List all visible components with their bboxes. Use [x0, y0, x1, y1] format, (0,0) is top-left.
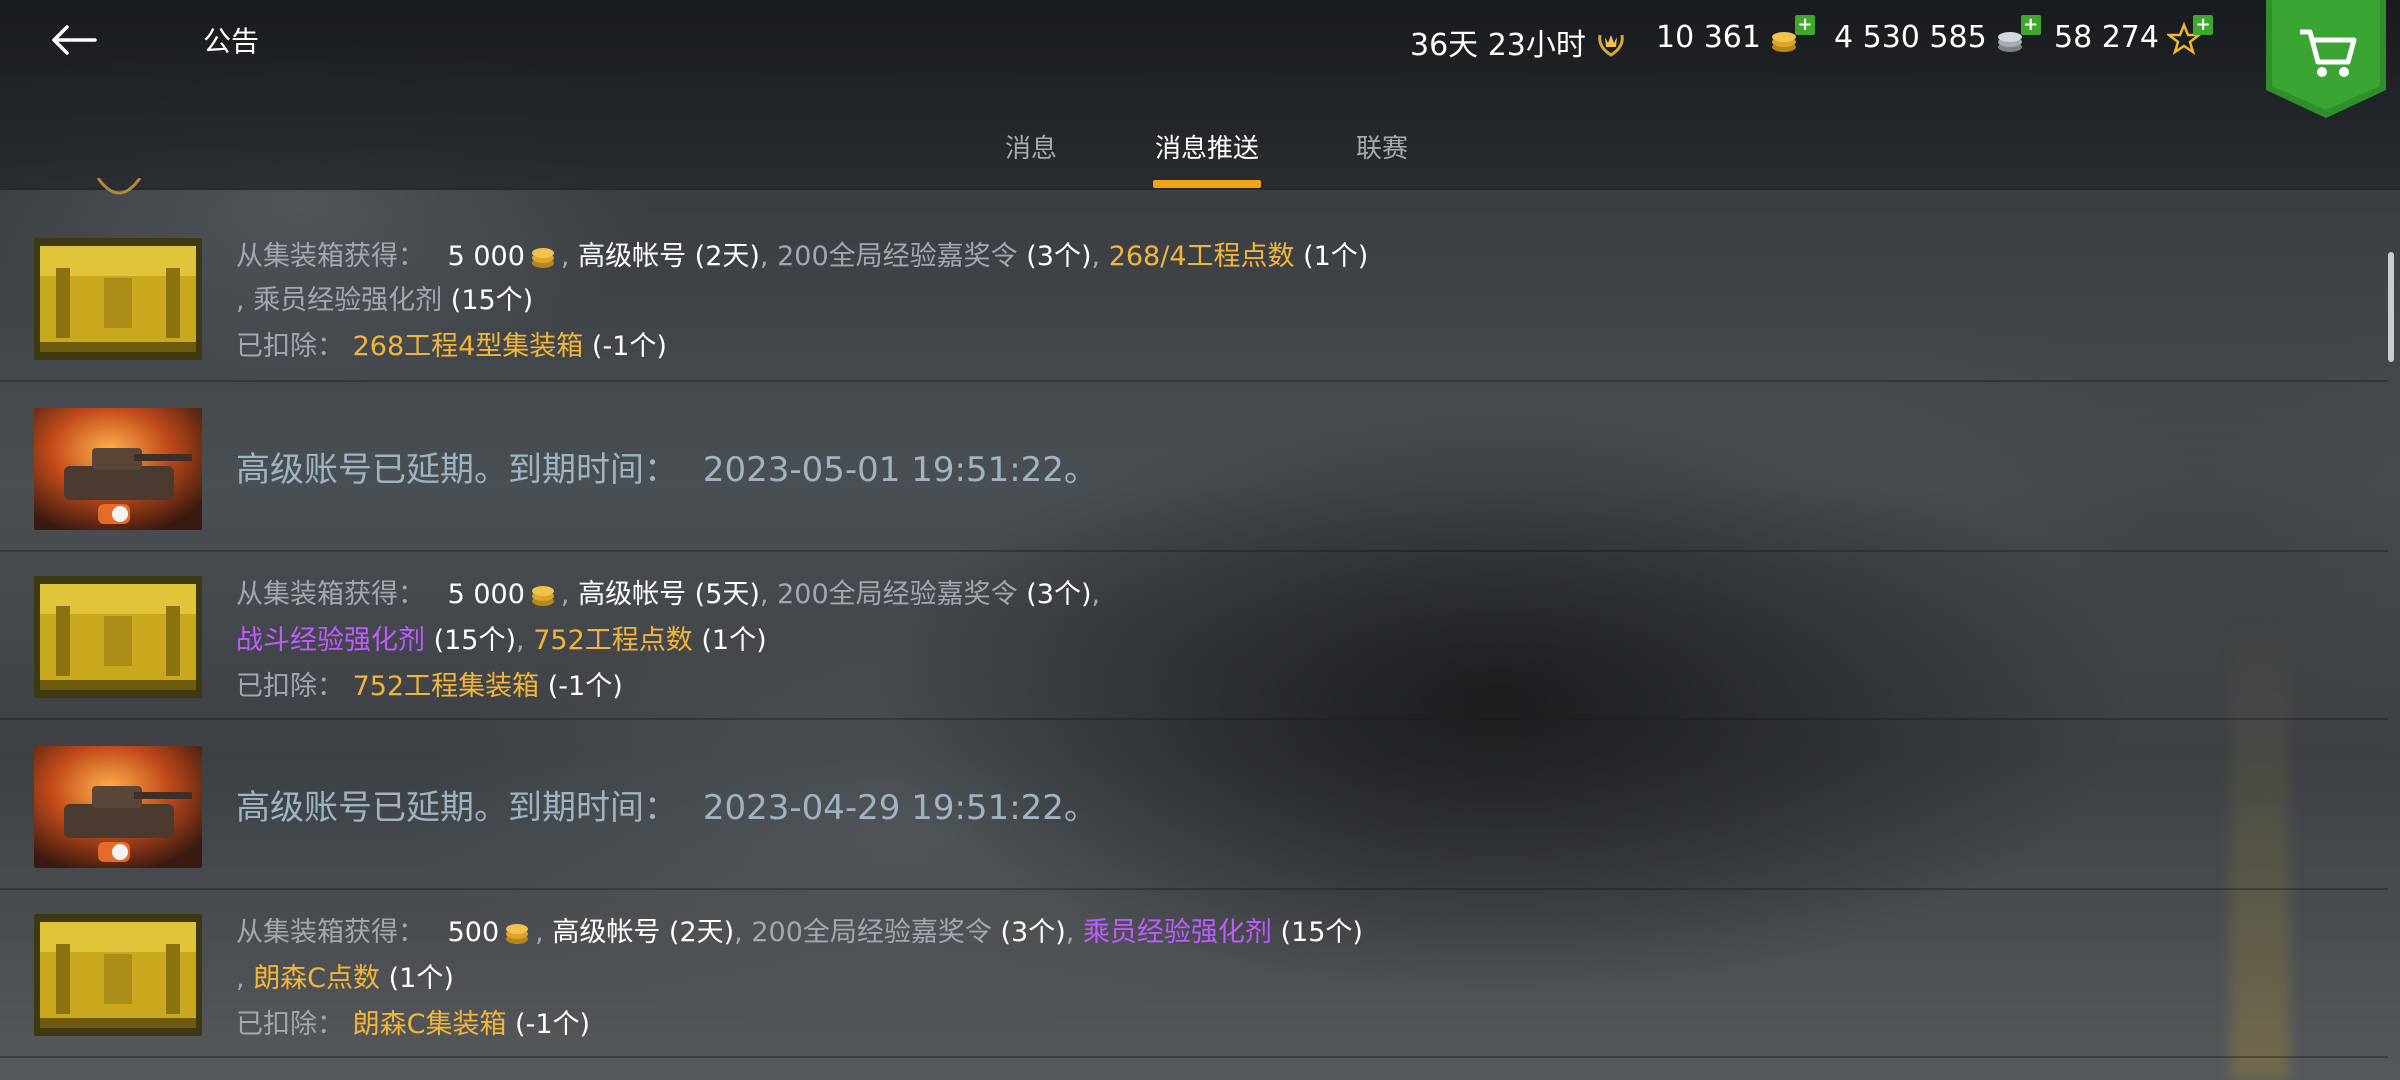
silver-display[interactable]: 4 530 585 +: [1834, 14, 2041, 55]
gold-coin-icon: [531, 248, 554, 268]
free-xp-value: 58 274: [2054, 20, 2159, 55]
back-arrow-icon: [52, 25, 97, 55]
reward-line-2: 战斗经验强化剂 (15个), 752工程点数 (1个): [236, 625, 767, 656]
star-icon: +: [2165, 14, 2213, 55]
deducted-line: 已扣除： 268工程4型集装箱 (-1个): [236, 331, 667, 362]
page-title: 公告: [203, 25, 260, 58]
message-list: 从集装箱获得： 5 000, 高级帐号 (2天), 200全局经验嘉奖令 (3个…: [0, 210, 2400, 1080]
premium-time-display[interactable]: 36天 23小时: [1410, 20, 1628, 64]
shop-button[interactable]: [2266, 0, 2386, 118]
add-silver-icon[interactable]: +: [2020, 14, 2041, 35]
message-body: 从集装箱获得： 500, 高级帐号 (2天), 200全局经验嘉奖令 (3个),…: [236, 910, 2336, 1048]
list-item[interactable]: 高级账号已延期。到期时间： 2023-04-29 19:51:22。: [0, 722, 2388, 890]
free-xp-display[interactable]: 58 274 +: [2054, 14, 2213, 55]
top-bar: 公告 36天 23小时 10 361 + 4 530 585 + 58 274 …: [0, 0, 2400, 190]
gold-container-thumbnail: [34, 238, 202, 360]
gold-coin-icon: [506, 924, 529, 944]
silver-coins-icon: +: [1995, 14, 2041, 55]
add-gold-icon[interactable]: +: [1794, 14, 1815, 35]
premium-extended-text: 高级账号已延期。到期时间： 2023-04-29 19:51:22。: [236, 788, 1098, 828]
list-item[interactable]: 高级账号已延期。到期时间： 2023-05-01 19:51:22。: [0, 384, 2388, 552]
list-item[interactable]: 从集装箱获得： 500, 高级帐号 (2天), 200全局经验嘉奖令 (3个),…: [0, 890, 2388, 1058]
reward-line-2: , 朗森C点数 (1个): [236, 963, 454, 994]
tab-bar: 消息 消息推送 联赛: [0, 128, 2400, 188]
gold-coin-icon: [531, 586, 554, 606]
reward-line-2: , 乘员经验强化剂 (15个): [236, 285, 534, 316]
premium-time-value: 36天 23小时: [1410, 28, 1586, 63]
gold-coins-icon: +: [1769, 14, 1815, 55]
premium-extended-text: 高级账号已延期。到期时间： 2023-05-01 19:51:22。: [236, 450, 1098, 490]
laurel-crown-icon: [1594, 25, 1628, 59]
tab-messages[interactable]: 消息: [1005, 128, 1057, 188]
gold-display[interactable]: 10 361 +: [1656, 14, 1815, 55]
silver-value: 4 530 585: [1834, 20, 1987, 55]
reward-line: 从集装箱获得： 500, 高级帐号 (2天), 200全局经验嘉奖令 (3个),…: [236, 917, 1363, 948]
premium-tank-thumbnail: [34, 746, 202, 868]
list-item[interactable]: 从集装箱获得： 5 000, 高级帐号 (5天), 200全局经验嘉奖令 (3个…: [0, 552, 2388, 720]
gold-value: 10 361: [1656, 20, 1761, 55]
reward-line: 从集装箱获得： 5 000, 高级帐号 (2天), 200全局经验嘉奖令 (3个…: [236, 241, 1369, 272]
message-body: 从集装箱获得： 5 000, 高级帐号 (2天), 200全局经验嘉奖令 (3个…: [236, 234, 2336, 370]
premium-tank-thumbnail: [34, 408, 202, 530]
shopping-cart-icon: [2266, 0, 2386, 118]
back-button[interactable]: [44, 16, 104, 64]
tab-league[interactable]: 联赛: [1356, 128, 1408, 188]
active-tab-indicator: [1153, 180, 1261, 188]
list-item[interactable]: 从集装箱获得： 5 000, 高级帐号 (2天), 200全局经验嘉奖令 (3个…: [0, 214, 2388, 382]
deducted-line: 已扣除： 752工程集装箱 (-1个): [236, 671, 623, 702]
message-body: 从集装箱获得： 5 000, 高级帐号 (5天), 200全局经验嘉奖令 (3个…: [236, 572, 2336, 710]
gold-container-thumbnail: [34, 576, 202, 698]
tab-push-messages[interactable]: 消息推送: [1155, 128, 1259, 188]
add-free-xp-icon[interactable]: +: [2192, 14, 2213, 35]
previous-item-icon: [94, 178, 144, 202]
reward-line: 从集装箱获得： 5 000, 高级帐号 (5天), 200全局经验嘉奖令 (3个…: [236, 579, 1101, 610]
deducted-line: 已扣除： 朗森C集装箱 (-1个): [236, 1009, 591, 1040]
gold-container-thumbnail: [34, 914, 202, 1036]
